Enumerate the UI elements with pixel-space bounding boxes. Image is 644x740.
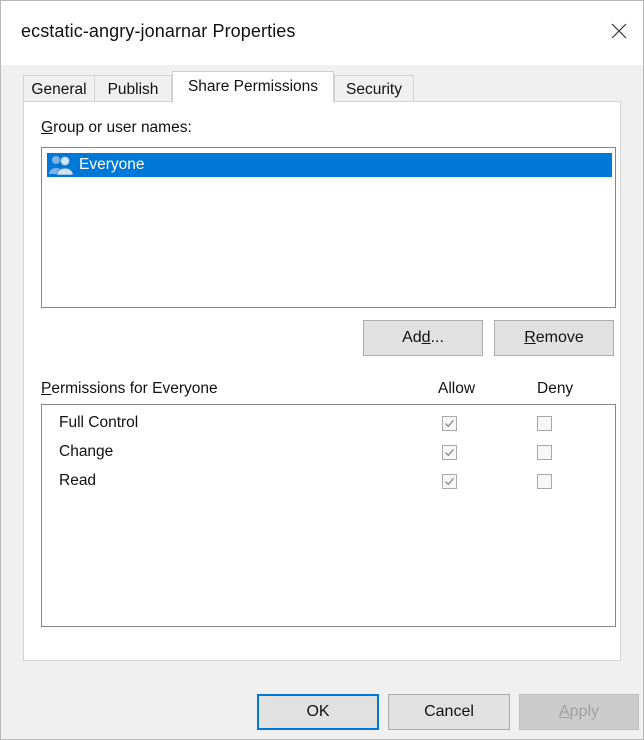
tab-share-permissions[interactable]: Share Permissions (172, 71, 334, 103)
cancel-button[interactable]: Cancel (388, 694, 510, 730)
add-label-accelerator: d (421, 329, 431, 346)
deny-column-header: Deny (537, 380, 574, 397)
remove-button[interactable]: Remove (494, 320, 614, 356)
group-or-user-names-label: Group or user names: (41, 119, 192, 137)
perm-label-accelerator: P (41, 380, 52, 397)
apply-label-rest: pply (569, 703, 600, 720)
checkmark-icon (445, 448, 454, 457)
remove-label-rest: emove (535, 329, 584, 346)
close-button[interactable] (599, 11, 639, 51)
permissions-for-label: Permissions for Everyone (41, 380, 218, 398)
group-label-rest: roup or user names: (53, 119, 192, 136)
tab-general[interactable]: General (23, 75, 95, 102)
permission-row-change: Change (42, 439, 615, 467)
users-group-icon (49, 156, 74, 175)
user-list[interactable]: Everyone (41, 147, 616, 308)
remove-label-accelerator: R (524, 329, 536, 346)
tab-security[interactable]: Security (334, 75, 414, 102)
dialog-body: General Publish Share Permissions Securi… (1, 65, 643, 739)
user-name: Everyone (79, 156, 145, 173)
share-permissions-panel: Group or user names: Everyone Add... Rem… (23, 101, 621, 661)
checkmark-icon (445, 419, 454, 428)
properties-dialog: ecstatic-angry-jonarnar Properties Gener… (0, 0, 644, 740)
permission-row-read: Read (42, 468, 615, 496)
deny-checkbox-read[interactable] (537, 474, 552, 489)
permission-name: Change (59, 443, 114, 460)
allow-checkbox-change[interactable] (442, 445, 457, 460)
list-item-everyone[interactable]: Everyone (47, 153, 612, 177)
allow-checkbox-full-control[interactable] (442, 416, 457, 431)
add-label-pre: Ad (402, 329, 422, 346)
perm-label-rest: ermissions for Everyone (51, 380, 218, 397)
ok-button[interactable]: OK (257, 694, 379, 730)
apply-label-accelerator: A (558, 703, 570, 720)
tab-publish[interactable]: Publish (94, 75, 172, 102)
window-title: ecstatic-angry-jonarnar Properties (21, 21, 296, 41)
allow-column-header: Allow (438, 380, 476, 397)
title-bar: ecstatic-angry-jonarnar Properties (1, 1, 643, 65)
allow-checkbox-read[interactable] (442, 474, 457, 489)
group-label-accelerator: G (41, 119, 54, 136)
checkmark-icon (445, 477, 454, 486)
permission-name: Full Control (59, 414, 139, 431)
deny-checkbox-change[interactable] (537, 445, 552, 460)
permission-row-full-control: Full Control (42, 410, 615, 438)
close-icon (611, 23, 627, 39)
add-label-post: ... (430, 329, 444, 346)
permission-name: Read (59, 472, 97, 489)
add-button[interactable]: Add... (363, 320, 483, 356)
apply-button[interactable]: Apply (519, 694, 639, 730)
deny-checkbox-full-control[interactable] (537, 416, 552, 431)
permissions-list[interactable]: Full Control Change Read (41, 404, 616, 627)
